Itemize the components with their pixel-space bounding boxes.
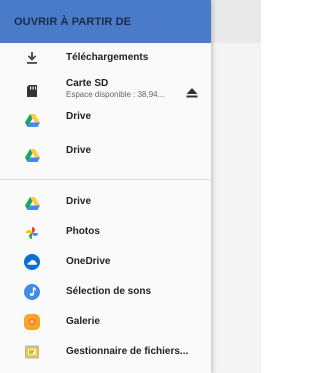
location-label: Drive <box>66 145 92 156</box>
app-label: Gestionnaire de fichiers... <box>66 346 189 357</box>
free-space-text: Espace disponible : 38,94... <box>66 90 165 99</box>
app-label: Galerie <box>66 316 100 327</box>
section-divider <box>0 179 211 180</box>
onedrive-icon <box>24 254 40 270</box>
app-onedrive[interactable]: OneDrive <box>0 251 211 273</box>
location-drive-2[interactable]: Drive <box>0 142 211 164</box>
background-content <box>211 0 261 373</box>
sd-card-icon <box>24 83 40 99</box>
background-toolbar <box>211 0 261 43</box>
location-label: Drive <box>66 111 92 122</box>
google-drive-icon <box>24 112 40 128</box>
google-photos-icon <box>24 225 40 241</box>
google-drive-icon <box>24 195 40 211</box>
gallery-icon <box>24 314 40 330</box>
location-label: Carte SD <box>66 78 109 89</box>
file-manager-icon <box>24 344 40 360</box>
download-icon <box>24 50 40 66</box>
app-gallery[interactable]: Galerie <box>0 311 211 333</box>
app-label: Photos <box>66 226 100 237</box>
app-file-manager[interactable]: Gestionnaire de fichiers... <box>0 341 211 363</box>
sound-picker-icon <box>24 284 40 300</box>
app-label: Drive <box>66 196 92 207</box>
location-sd-card[interactable]: Carte SD Espace disponible : 38,94... <box>0 78 211 104</box>
location-downloads[interactable]: Téléchargements <box>0 47 211 69</box>
google-drive-icon <box>24 147 40 163</box>
app-photos[interactable]: Photos <box>0 221 211 243</box>
open-from-drawer: OUVRIR À PARTIR DE Téléchargements Carte… <box>0 0 211 373</box>
location-label: Téléchargements <box>66 52 149 63</box>
app-label: OneDrive <box>66 256 111 267</box>
app-label: Sélection de sons <box>66 286 152 297</box>
drawer-title: OUVRIR À PARTIR DE <box>14 15 132 28</box>
app-sound-picker[interactable]: Sélection de sons <box>0 281 211 303</box>
eject-icon[interactable] <box>186 85 198 98</box>
app-drive[interactable]: Drive <box>0 191 211 213</box>
location-drive-1[interactable]: Drive <box>0 108 211 130</box>
drawer-header: OUVRIR À PARTIR DE <box>0 0 211 43</box>
